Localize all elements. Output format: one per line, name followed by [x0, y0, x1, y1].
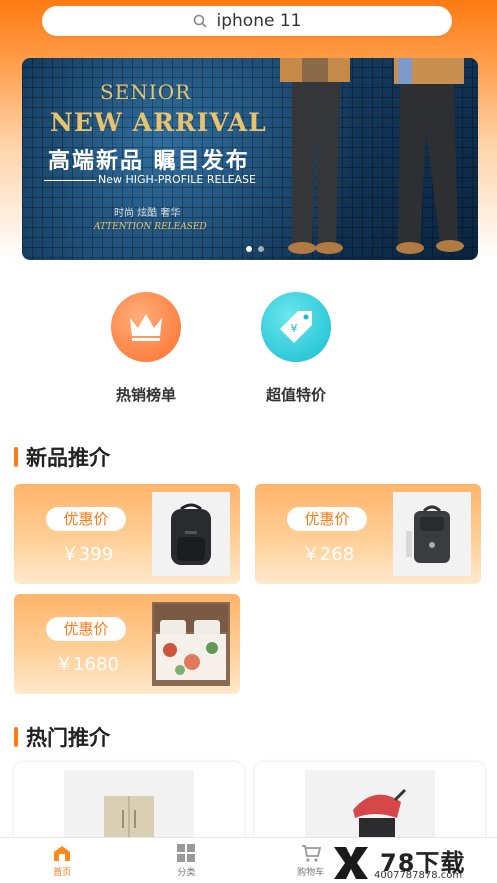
search-icon	[193, 14, 207, 28]
grid-icon	[177, 844, 196, 862]
discount-badge: 优惠价	[46, 507, 126, 531]
watermark-url: 4007787878.com	[374, 870, 463, 881]
banner-model-image	[280, 58, 464, 254]
section-title-hot: 热门推介	[14, 722, 110, 752]
tab-home[interactable]: 首页	[0, 838, 124, 883]
category-label: 热销榜单	[115, 386, 176, 404]
product-image-bedding	[152, 602, 230, 686]
tab-label: 分类	[177, 868, 196, 878]
home-icon	[54, 846, 71, 861]
product-image-backpack	[393, 492, 471, 576]
banner-chinese-title: 高端新品 瞩目发布	[48, 149, 250, 174]
search-bar[interactable]: iphone 11	[42, 6, 452, 36]
banner-senior-text: SENIOR	[100, 80, 192, 104]
banner-release-text: New HIGH-PROFILE RELEASE	[98, 173, 256, 186]
watermark-logo-icon	[334, 847, 368, 879]
tab-category[interactable]: 分类	[124, 838, 248, 883]
category-hot-list[interactable]: 热销榜单	[96, 292, 196, 405]
category-label: 超值特价	[265, 386, 326, 404]
product-image-backpack	[152, 492, 230, 576]
product-card[interactable]: 优惠价 ￥399	[14, 484, 240, 584]
promo-banner[interactable]: SENIOR NEW ARRIVAL 高端新品 瞩目发布 New HIGH-PR…	[22, 58, 478, 260]
product-card[interactable]: 优惠价 ￥1680	[14, 594, 240, 694]
search-query: iphone 11	[216, 11, 302, 31]
product-price: ￥399	[60, 544, 114, 565]
discount-badge: 优惠价	[287, 507, 367, 531]
pagination-dot-active[interactable]	[246, 246, 252, 252]
crown-icon	[111, 292, 181, 362]
svg-text:¥: ¥	[291, 322, 298, 335]
tab-label: 购物车	[297, 868, 325, 878]
banner-divider	[44, 180, 96, 181]
banner-headline: NEW ARRIVAL	[50, 108, 267, 137]
price-tag-icon: ¥	[261, 292, 331, 362]
discount-badge: 优惠价	[46, 617, 126, 641]
banner-pagination[interactable]	[246, 246, 264, 252]
product-price: ￥1680	[55, 654, 119, 675]
category-special-price[interactable]: ¥ 超值特价	[246, 292, 346, 405]
product-card[interactable]: 优惠价 ￥268	[255, 484, 481, 584]
banner-attention: ATTENTION RELEASED	[94, 222, 207, 232]
site-watermark: 78下载 4007787878.com	[330, 843, 497, 883]
banner-subtitle: 时尚 炫酷 奢华	[114, 208, 181, 219]
pagination-dot[interactable]	[258, 246, 264, 252]
tab-label: 首页	[53, 868, 72, 878]
cart-icon	[301, 845, 321, 862]
section-title-new: 新品推介	[14, 442, 110, 472]
product-price: ￥268	[301, 544, 355, 565]
